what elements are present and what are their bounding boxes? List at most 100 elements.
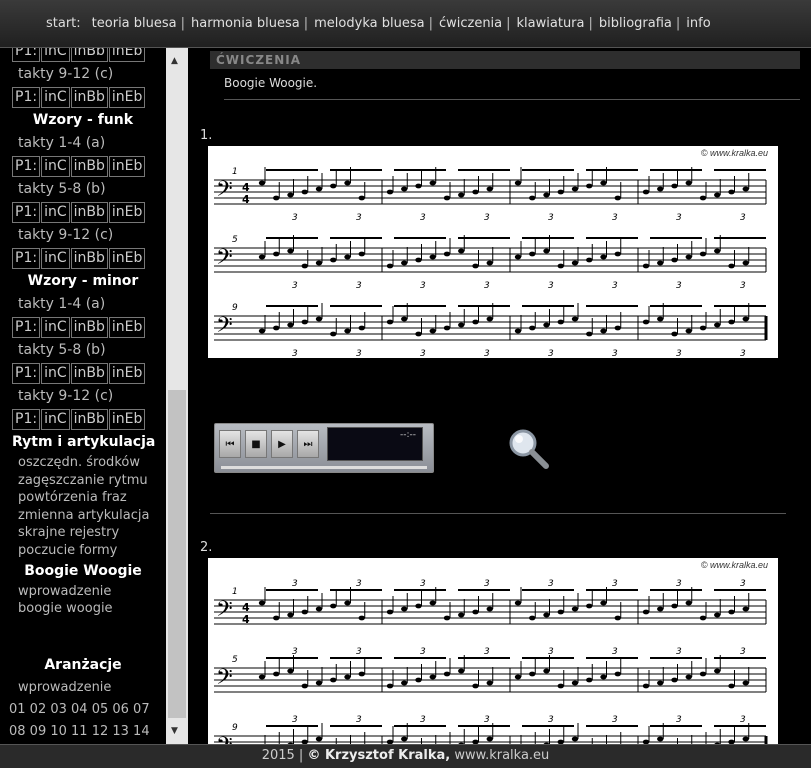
nav-cwiczenia[interactable]: ćwiczenia xyxy=(439,16,502,31)
in-c-button[interactable]: inC xyxy=(41,48,70,62)
p1-button[interactable]: P1: xyxy=(12,48,41,62)
in-c-button[interactable]: inC xyxy=(41,363,70,384)
score-copyright: © www.kralka.eu xyxy=(700,148,768,158)
in-c-button[interactable]: inC xyxy=(41,202,70,223)
in-eb-button[interactable]: inEb xyxy=(108,317,146,338)
player-buttons: P1: inC inBb inEb xyxy=(0,201,166,224)
boogie-link[interactable]: wprowadzenie xyxy=(0,583,166,601)
arrangement-numbers[interactable]: 01 02 03 04 05 06 07 xyxy=(0,699,166,721)
nav-separator: | xyxy=(675,16,681,31)
stop-button[interactable]: ■ xyxy=(245,430,267,458)
in-c-button[interactable]: inC xyxy=(41,317,70,338)
nav-bibliografia[interactable]: bibliografia xyxy=(599,16,672,31)
p1-button[interactable]: P1: xyxy=(12,202,41,223)
arrangement-numbers[interactable]: 08 09 10 11 12 13 14 xyxy=(0,721,166,743)
note-head xyxy=(358,195,365,201)
note-head xyxy=(258,180,266,186)
triplet-mark: 3 xyxy=(676,281,682,291)
in-c-button[interactable]: inC xyxy=(41,248,70,269)
note-head xyxy=(685,328,692,334)
triplet-mark: 3 xyxy=(740,213,746,223)
nav-harmonia-bluesa[interactable]: harmonia bluesa xyxy=(191,16,300,31)
note-head xyxy=(301,609,308,615)
score-exercise-2: © www.kralka.eu 𝄢14433333333𝄢533333333𝄢9… xyxy=(208,558,778,744)
in-c-button[interactable]: inC xyxy=(41,156,70,177)
note-head xyxy=(330,331,337,337)
in-bb-button[interactable]: inBb xyxy=(70,156,108,177)
note-head xyxy=(486,260,493,266)
aranzacje-intro-link[interactable]: wprowadzenie xyxy=(0,677,166,699)
in-bb-button[interactable]: inBb xyxy=(70,87,108,108)
bars-link[interactable]: takty 5-8 (b) xyxy=(0,339,166,362)
note-head xyxy=(685,674,692,680)
triplet-mark: 3 xyxy=(292,281,298,291)
nav-klawiatura[interactable]: klawiatura xyxy=(517,16,585,31)
note-head xyxy=(529,615,536,621)
note-head xyxy=(258,254,266,260)
bars-link[interactable]: takty 1-4 (a) xyxy=(0,293,166,316)
bars-link[interactable]: takty 9-12 (c) xyxy=(0,385,166,408)
note-head xyxy=(514,674,522,680)
rytm-link[interactable]: zmienna artykulacja xyxy=(0,507,166,525)
rytm-link[interactable]: skrajne rejestry xyxy=(0,524,166,542)
p1-button[interactable]: P1: xyxy=(12,317,41,338)
rytm-link[interactable]: poczucie formy xyxy=(0,542,166,560)
triplet-mark: 3 xyxy=(548,281,554,291)
scrollbar-thumb[interactable] xyxy=(168,390,186,718)
nav-separator: | xyxy=(506,16,511,31)
in-bb-button[interactable]: inBb xyxy=(70,48,108,62)
in-eb-button[interactable]: inEb xyxy=(108,48,146,62)
nav-teoria-bluesa[interactable]: teoria bluesa xyxy=(92,16,177,31)
in-bb-button[interactable]: inBb xyxy=(70,317,108,338)
note-head xyxy=(685,180,692,186)
player-buttons: P1: inC inBb inEb xyxy=(0,408,166,431)
in-bb-button[interactable]: inBb xyxy=(70,409,108,430)
footer-site-link[interactable]: www.kralka.eu xyxy=(454,748,549,763)
in-eb-button[interactable]: inEb xyxy=(108,409,146,430)
rytm-link[interactable]: zagęszczanie rytmu xyxy=(0,472,166,490)
bars-link[interactable]: takty 5-8 (b) xyxy=(0,178,166,201)
play-button[interactable]: ▶ xyxy=(271,430,293,458)
p1-button[interactable]: P1: xyxy=(12,248,41,269)
note-head xyxy=(557,609,564,615)
player-progress-track[interactable] xyxy=(221,466,427,469)
in-c-button[interactable]: inC xyxy=(41,409,70,430)
bars-link[interactable]: takty 9-12 (c) xyxy=(0,224,166,247)
note-head xyxy=(301,189,308,195)
in-eb-button[interactable]: inEb xyxy=(108,363,146,384)
note-head xyxy=(657,680,664,686)
in-eb-button[interactable]: inEb xyxy=(108,248,146,269)
note-head xyxy=(458,668,465,674)
rytm-link[interactable]: oszczędn. środków xyxy=(0,454,166,472)
p1-button[interactable]: P1: xyxy=(12,409,41,430)
scroll-down-icon[interactable]: ▼ xyxy=(171,726,178,736)
in-eb-button[interactable]: inEb xyxy=(108,202,146,223)
rytm-link[interactable]: powtórzenia fraz xyxy=(0,489,166,507)
p1-button[interactable]: P1: xyxy=(12,156,41,177)
sidebar-scrollbar[interactable]: ▲ ▼ xyxy=(166,48,188,744)
in-eb-button[interactable]: inEb xyxy=(108,87,146,108)
nav-info[interactable]: info xyxy=(686,16,710,31)
triplet-mark: 3 xyxy=(292,579,298,589)
in-bb-button[interactable]: inBb xyxy=(70,202,108,223)
note-head xyxy=(671,183,678,189)
in-bb-button[interactable]: inBb xyxy=(70,248,108,269)
previous-button[interactable]: ⏮ xyxy=(219,430,241,458)
in-bb-button[interactable]: inBb xyxy=(70,363,108,384)
funk-heading: Wzory - funk xyxy=(32,112,134,128)
p1-button[interactable]: P1: xyxy=(12,363,41,384)
note-head xyxy=(514,600,522,606)
bars-link[interactable]: takty 9-12 (c) xyxy=(0,63,166,86)
magnifier-icon[interactable] xyxy=(506,426,550,470)
note-head xyxy=(742,680,749,686)
p1-button[interactable]: P1: xyxy=(12,87,41,108)
nav-melodyka-bluesa[interactable]: melodyka bluesa xyxy=(314,16,424,31)
in-eb-button[interactable]: inEb xyxy=(108,156,146,177)
next-button[interactable]: ⏭ xyxy=(297,430,319,458)
in-c-button[interactable]: inC xyxy=(41,87,70,108)
scroll-up-icon[interactable]: ▲ xyxy=(171,56,178,66)
note-head xyxy=(330,603,337,609)
triplet-mark: 3 xyxy=(612,213,618,223)
boogie-link[interactable]: boogie woogie xyxy=(0,600,166,618)
bars-link[interactable]: takty 1-4 (a) xyxy=(0,132,166,155)
